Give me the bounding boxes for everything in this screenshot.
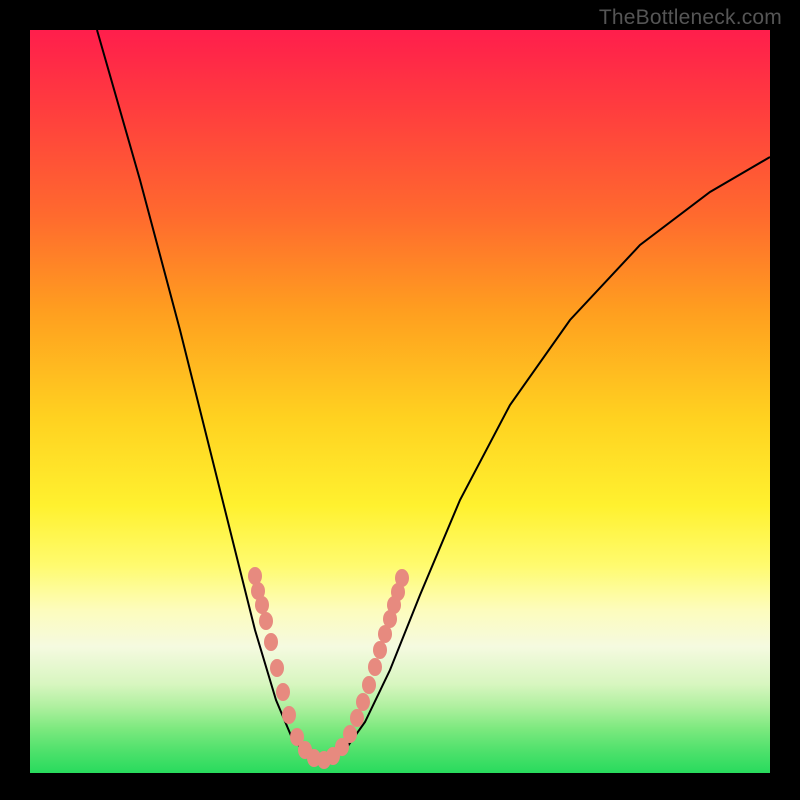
curve-marker	[395, 569, 409, 587]
curve-marker	[248, 567, 262, 585]
chart-area	[30, 30, 770, 773]
curve-marker	[373, 641, 387, 659]
bottleneck-curve	[97, 30, 770, 761]
watermark-text: TheBottleneck.com	[599, 6, 782, 30]
curve-marker	[255, 596, 269, 614]
curve-marker	[264, 633, 278, 651]
curve-marker	[270, 659, 284, 677]
bottleneck-curve-svg	[30, 30, 770, 773]
curve-marker	[343, 725, 357, 743]
curve-marker	[368, 658, 382, 676]
curve-marker	[362, 676, 376, 694]
curve-marker	[282, 706, 296, 724]
curve-marker	[276, 683, 290, 701]
curve-marker	[356, 693, 370, 711]
curve-markers	[248, 567, 409, 769]
curve-marker	[259, 612, 273, 630]
curve-marker	[350, 709, 364, 727]
